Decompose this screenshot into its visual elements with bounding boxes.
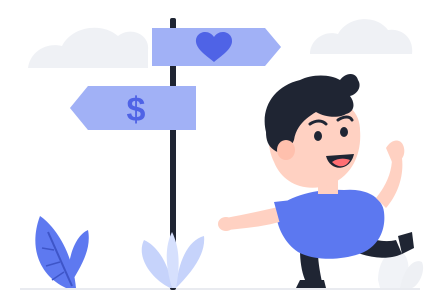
leaf-icon bbox=[35, 216, 89, 288]
illustration-scene: $ bbox=[0, 0, 438, 292]
dollar-icon: $ bbox=[127, 91, 146, 129]
plant-icon bbox=[141, 232, 205, 288]
cloud-icon bbox=[28, 27, 149, 68]
cloud-icon bbox=[310, 19, 413, 54]
person-illustration bbox=[218, 74, 414, 288]
sign-dollar: $ bbox=[70, 86, 196, 130]
ground-line bbox=[20, 288, 420, 290]
illustration-svg: $ bbox=[20, 18, 424, 290]
sign-heart bbox=[152, 28, 281, 66]
